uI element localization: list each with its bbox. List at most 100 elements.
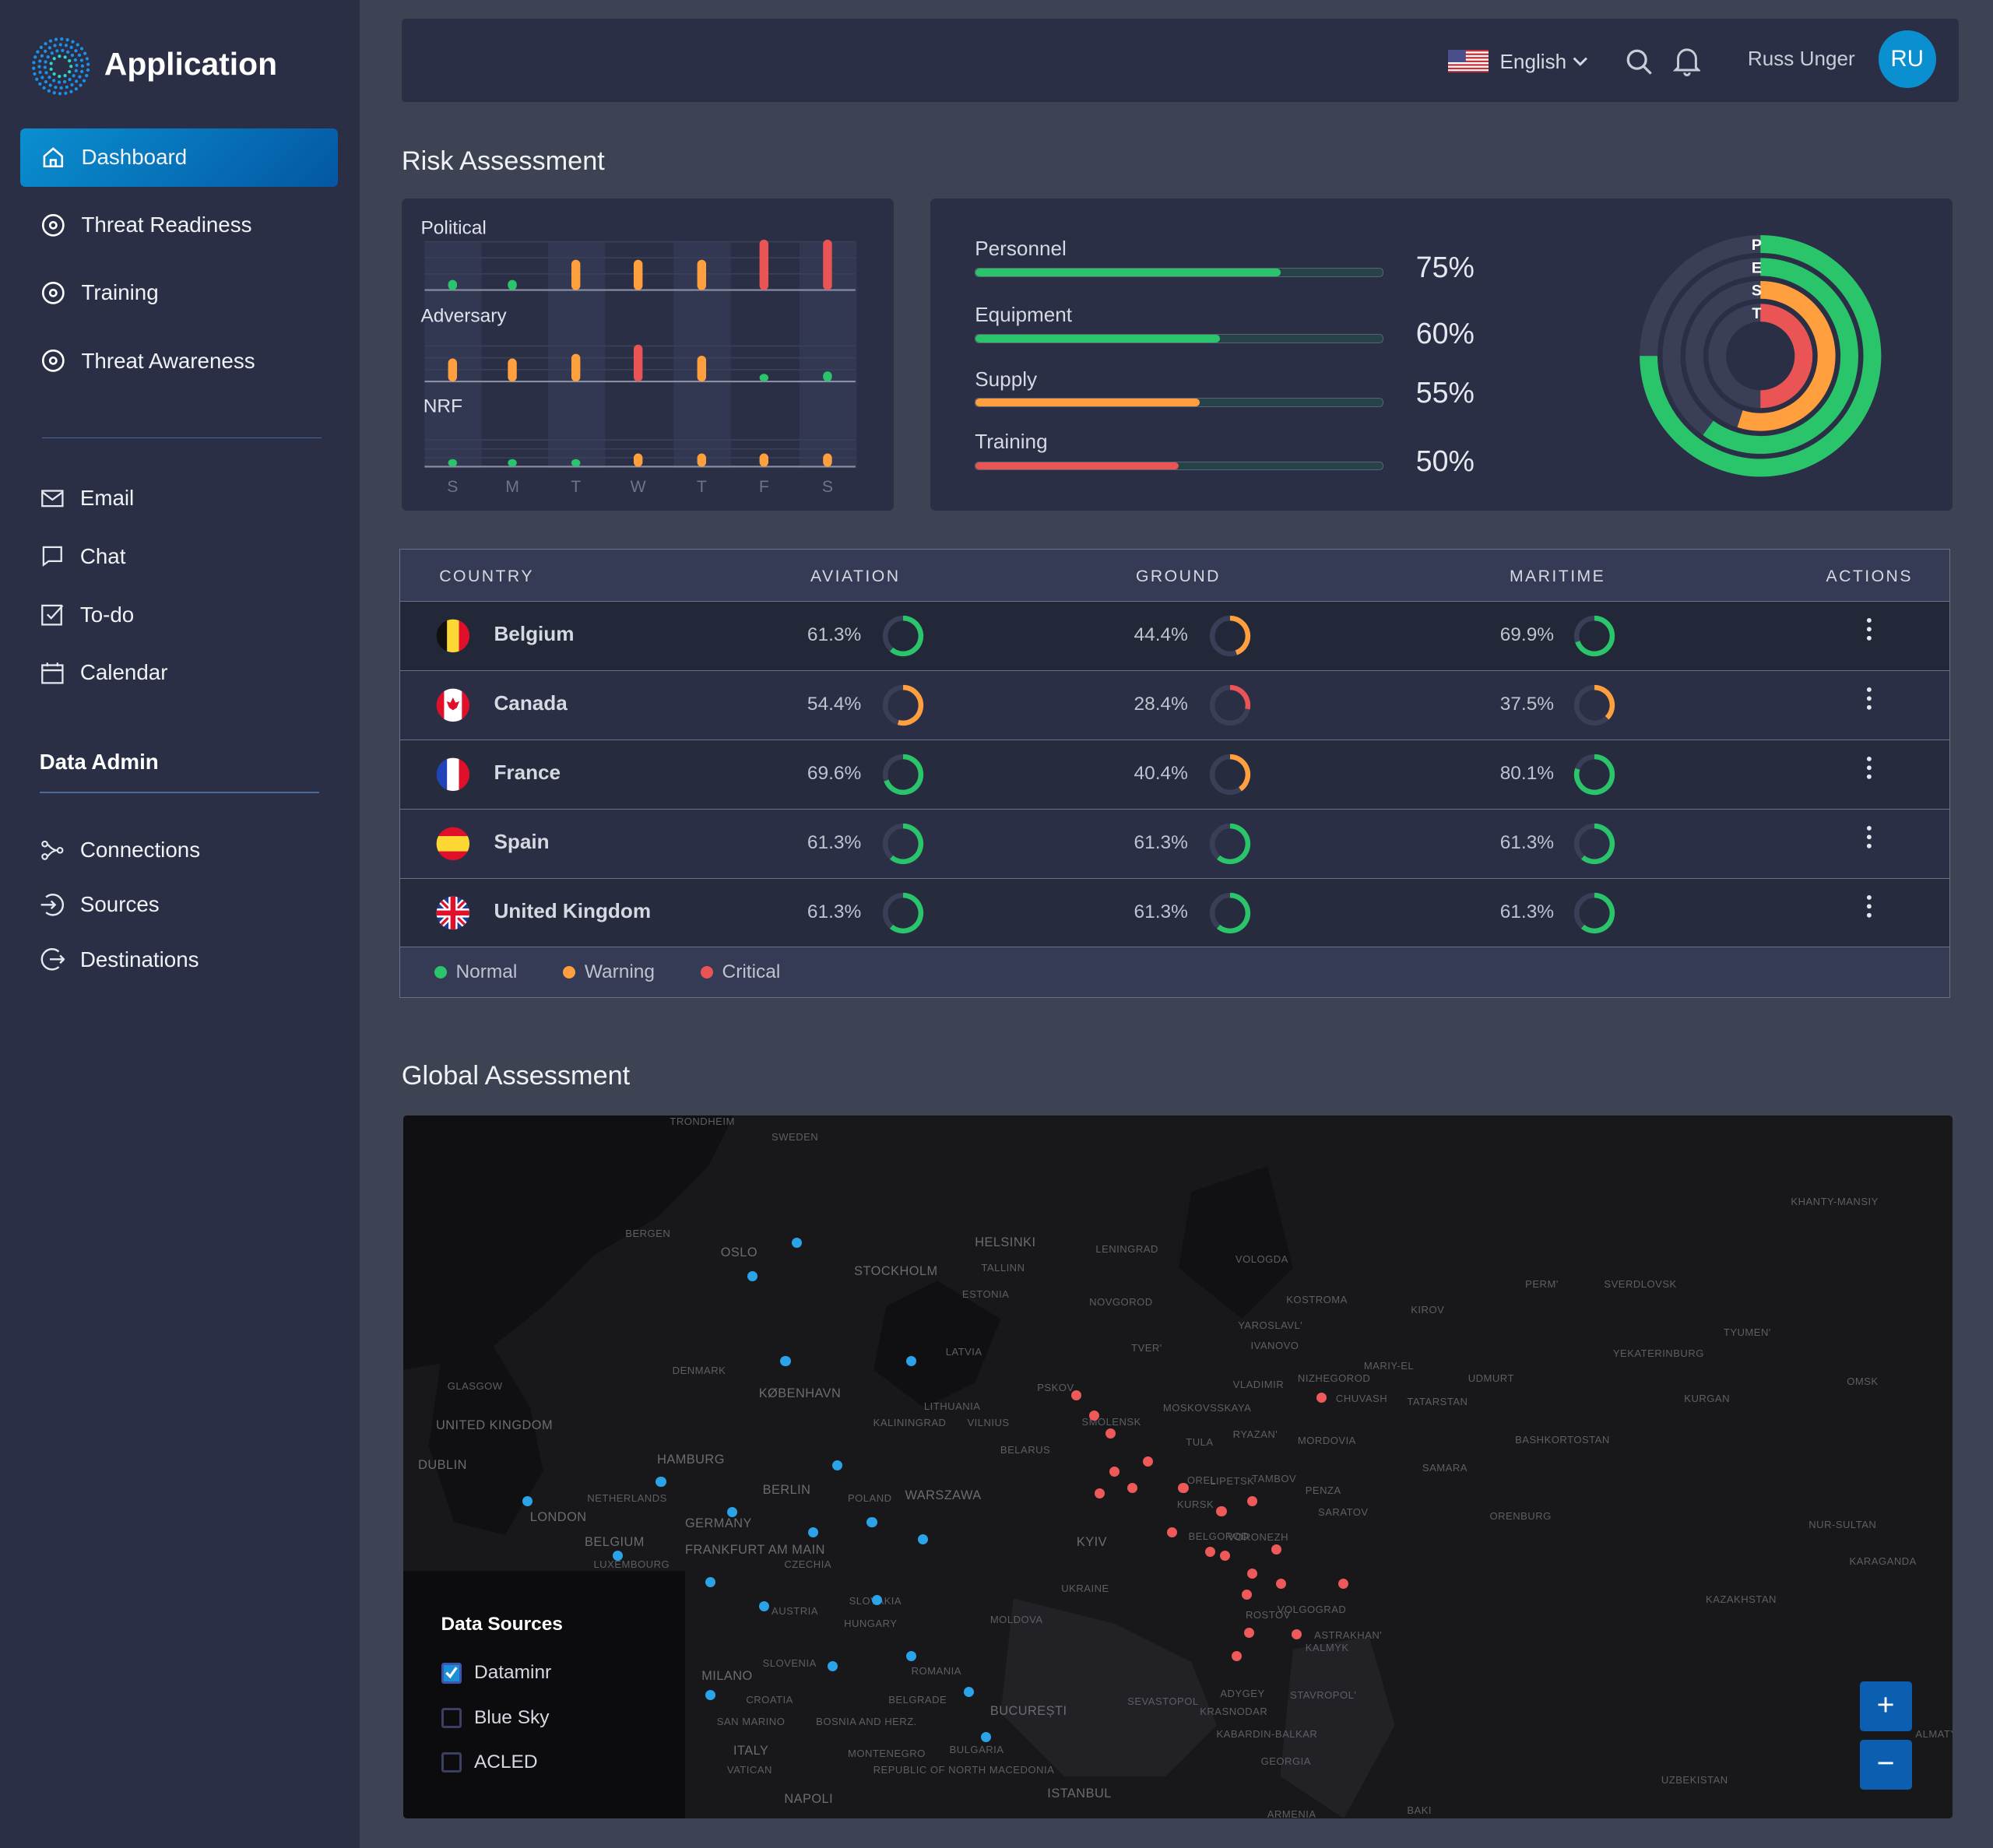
map-label: KIROV [1411, 1304, 1445, 1316]
map-marker-blue[interactable] [656, 1477, 666, 1488]
row-actions-menu[interactable] [1861, 894, 1877, 926]
map-label: MOSKOVSSKAYA [1162, 1401, 1252, 1414]
map-label: PENZA [1305, 1484, 1341, 1496]
logo-dot [38, 70, 42, 74]
row-actions-menu[interactable] [1861, 755, 1877, 787]
map-label: TYUMEN' [1723, 1326, 1771, 1339]
sidebar-item-label: Chat [79, 543, 126, 568]
sidebar-item-sources[interactable]: Sources [0, 876, 318, 934]
logo-dot [61, 48, 65, 52]
logo-dot [36, 50, 40, 54]
map-marker-blue[interactable] [612, 1550, 623, 1561]
home-icon [43, 147, 64, 168]
data-source-blue-sky[interactable]: Blue Sky [441, 1707, 550, 1729]
map-marker-blue[interactable] [780, 1356, 791, 1367]
map-marker-red[interactable] [1232, 1650, 1243, 1661]
map-marker-red[interactable] [1142, 1456, 1153, 1467]
map-marker-red[interactable] [1246, 1568, 1257, 1579]
sidebar-item-email[interactable]: Email [0, 469, 318, 527]
sidebar-item-connections[interactable]: Connections [0, 821, 318, 880]
sidebar-item-label: Destinations [79, 947, 199, 971]
sidebar-item-label: Training [81, 280, 159, 305]
zoom-out-button[interactable]: − [1859, 1740, 1912, 1790]
readiness-percent: 50% [1415, 444, 1475, 478]
map-marker-red[interactable] [1178, 1483, 1189, 1494]
map-label: HAMBURG [657, 1453, 725, 1467]
ground-percent: 28.4% [1134, 693, 1188, 715]
sidebar-item-dashboard[interactable]: Dashboard [20, 128, 339, 187]
maritime-percent: 37.5% [1499, 693, 1555, 715]
map-marker-blue[interactable] [906, 1650, 917, 1661]
map-label: ITALY [733, 1743, 769, 1758]
map-label: LATVIA [945, 1345, 982, 1358]
map-label: KRASNODAR [1200, 1706, 1268, 1717]
sidebar-item-to-do[interactable]: To-do [0, 585, 318, 644]
checkbox[interactable] [441, 1663, 462, 1684]
bell-icon[interactable] [1672, 46, 1701, 76]
bar-political [508, 279, 517, 290]
language-selector[interactable]: English [1500, 50, 1588, 74]
sidebar-item-threat-readiness[interactable]: Threat Readiness [20, 196, 338, 255]
map-marker-blue[interactable] [963, 1686, 974, 1697]
sidebar-item-chat[interactable]: Chat [0, 527, 318, 585]
row-actions-menu[interactable] [1861, 686, 1877, 718]
map[interactable]: TRONDHEIM SWEDEN BERGEN OSLO STOCKHOLM HELSIN… [402, 1115, 1953, 1819]
map-marker-red[interactable] [1338, 1578, 1349, 1589]
row-actions-menu[interactable] [1861, 617, 1877, 648]
map-label: BELARUS [1000, 1443, 1051, 1456]
legend-label: Critical [722, 961, 781, 982]
map-marker-red[interactable] [1204, 1546, 1215, 1557]
map-label: WARSZAWA [905, 1488, 982, 1502]
data-source-dataminr[interactable]: Dataminr [441, 1662, 551, 1684]
row-actions-menu[interactable] [1861, 824, 1877, 856]
logo-dot [39, 45, 44, 49]
map-label: DENMARK [672, 1365, 726, 1377]
logo-dot [37, 65, 41, 69]
logo-dot [64, 43, 69, 47]
map-marker-blue[interactable] [872, 1594, 883, 1606]
logo-dot [54, 85, 58, 89]
data-sources-title: Data Sources [441, 1614, 563, 1635]
map-marker-blue[interactable] [917, 1534, 928, 1544]
map-label: KHANTY-MANSIY [1791, 1196, 1879, 1208]
checkbox[interactable] [441, 1751, 462, 1772]
user-avatar[interactable]: RU [1879, 30, 1936, 88]
mini-chart-label: NRF [424, 395, 462, 416]
map-label: BELGRADE [888, 1694, 947, 1706]
logo-dot [42, 86, 46, 90]
zoom-in-button[interactable]: + [1859, 1681, 1912, 1731]
col-maritime: MARITIME [1509, 567, 1606, 586]
logo-dot [74, 86, 79, 91]
logo-dot [32, 66, 36, 70]
map-marker-blue[interactable] [522, 1495, 533, 1506]
map-marker-red[interactable] [1291, 1629, 1302, 1640]
table-row: France 69.6% 40.4% 80.1% [399, 739, 1949, 809]
map-marker-blue[interactable] [747, 1270, 758, 1281]
map-marker-red[interactable] [1246, 1495, 1257, 1506]
sidebar-item-destinations[interactable]: Destinations [0, 930, 318, 989]
sidebar-item-calendar[interactable]: Calendar [0, 644, 318, 702]
ground-ring [1209, 823, 1250, 864]
sidebar-item-threat-awareness[interactable]: Threat Awareness [20, 332, 338, 390]
bar-nrf [508, 458, 517, 467]
logo-dot [79, 58, 84, 62]
logo-dot [69, 64, 73, 69]
progress-fill [975, 335, 1220, 343]
map-marker-blue[interactable] [866, 1517, 877, 1528]
sidebar-item-training[interactable]: Training [20, 264, 338, 322]
search-icon[interactable] [1626, 48, 1654, 76]
day-label: S [822, 478, 833, 496]
checkbox[interactable] [441, 1707, 462, 1728]
map-marker-blue[interactable] [758, 1601, 769, 1612]
map-label: SLOVENIA [762, 1657, 817, 1669]
map-marker-blue[interactable] [827, 1660, 838, 1671]
map-marker-red[interactable] [1271, 1544, 1281, 1555]
map-marker-red[interactable] [1094, 1488, 1105, 1498]
logo-dot [64, 91, 68, 95]
risk-assessment-title: Risk Assessment [401, 146, 605, 176]
pest-arc-t [1759, 304, 1813, 409]
map-marker-red[interactable] [1276, 1578, 1287, 1589]
map-marker-red[interactable] [1216, 1505, 1227, 1516]
data-source-acled[interactable]: ACLED [441, 1751, 538, 1773]
country-name: United Kingdom [494, 898, 652, 922]
